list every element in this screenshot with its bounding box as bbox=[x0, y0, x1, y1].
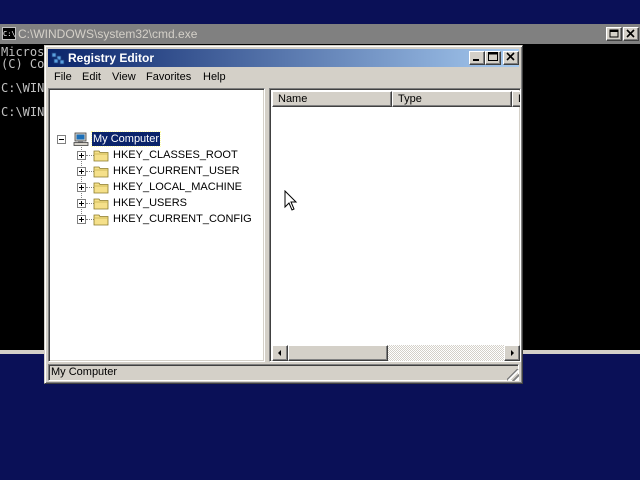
folder-icon bbox=[93, 214, 109, 226]
folder-icon bbox=[93, 166, 109, 178]
values-list[interactable]: Name Type D bbox=[269, 88, 521, 362]
console-title: C:\WINDOWS\system32\cmd.exe bbox=[18, 27, 198, 41]
list-header: Name Type D bbox=[272, 91, 520, 107]
computer-icon bbox=[73, 132, 89, 146]
minimize-button[interactable] bbox=[469, 51, 485, 65]
console-icon: C:\ bbox=[2, 27, 16, 40]
folder-icon bbox=[93, 198, 109, 210]
horizontal-scrollbar[interactable] bbox=[272, 345, 520, 361]
menu-bar: File Edit View Favorites Help bbox=[48, 68, 519, 87]
status-bar: My Computer bbox=[48, 364, 519, 381]
arrow-right-icon bbox=[511, 350, 514, 356]
menu-help[interactable]: Help bbox=[202, 70, 227, 85]
scroll-right-button[interactable] bbox=[504, 345, 520, 361]
close-button[interactable] bbox=[503, 51, 519, 65]
registry-tree[interactable]: My Computer HKEY_CLASSES_ROOT HKEY_CURRE… bbox=[48, 88, 265, 362]
column-header-name[interactable]: Name bbox=[272, 91, 392, 107]
status-text: My Computer bbox=[48, 364, 519, 381]
maximize-button[interactable] bbox=[485, 51, 501, 65]
close-icon bbox=[506, 52, 515, 61]
menu-view[interactable]: View bbox=[111, 70, 137, 85]
tree-item-label: HKEY_CURRENT_USER bbox=[113, 165, 240, 177]
tree-item-label: HKEY_CURRENT_CONFIG bbox=[113, 213, 252, 225]
folder-icon bbox=[93, 150, 109, 162]
column-header-data[interactable]: D bbox=[512, 91, 520, 107]
tree-item-label: HKEY_USERS bbox=[113, 197, 187, 209]
close-icon bbox=[626, 29, 635, 38]
resize-grip[interactable] bbox=[507, 369, 519, 381]
tree-item-label: HKEY_LOCAL_MACHINE bbox=[113, 181, 242, 193]
menu-favorites[interactable]: Favorites bbox=[145, 70, 192, 85]
expand-hku-button[interactable] bbox=[77, 199, 86, 208]
console-close-button[interactable] bbox=[623, 27, 639, 41]
minimize-icon bbox=[473, 59, 479, 61]
registry-editor-window[interactable]: Registry Editor File Edit View Favorites… bbox=[44, 45, 523, 384]
menu-file[interactable]: File bbox=[53, 70, 73, 85]
mouse-pointer-icon bbox=[284, 190, 298, 211]
window-title: Registry Editor bbox=[68, 51, 155, 65]
expand-hkcu-button[interactable] bbox=[77, 167, 86, 176]
registry-editor-icon bbox=[51, 52, 65, 65]
console-titlebar[interactable]: C:\ C:\WINDOWS\system32\cmd.exe bbox=[0, 24, 640, 44]
scroll-thumb[interactable] bbox=[288, 345, 388, 361]
console-maximize-button[interactable] bbox=[606, 27, 622, 41]
folder-icon bbox=[93, 182, 109, 194]
registry-editor-titlebar[interactable]: Registry Editor bbox=[48, 49, 519, 67]
collapse-root-button[interactable] bbox=[57, 135, 66, 144]
maximize-icon bbox=[488, 52, 498, 61]
expand-hklm-button[interactable] bbox=[77, 183, 86, 192]
expand-hkcr-button[interactable] bbox=[77, 151, 86, 160]
tree-item-label: My Computer bbox=[90, 131, 162, 147]
maximize-icon bbox=[609, 29, 619, 38]
menu-edit[interactable]: Edit bbox=[81, 70, 102, 85]
tree-item-label: HKEY_CLASSES_ROOT bbox=[113, 149, 238, 161]
arrow-left-icon bbox=[278, 350, 281, 356]
scroll-left-button[interactable] bbox=[272, 345, 288, 361]
expand-hkcc-button[interactable] bbox=[77, 215, 86, 224]
column-header-type[interactable]: Type bbox=[392, 91, 512, 107]
